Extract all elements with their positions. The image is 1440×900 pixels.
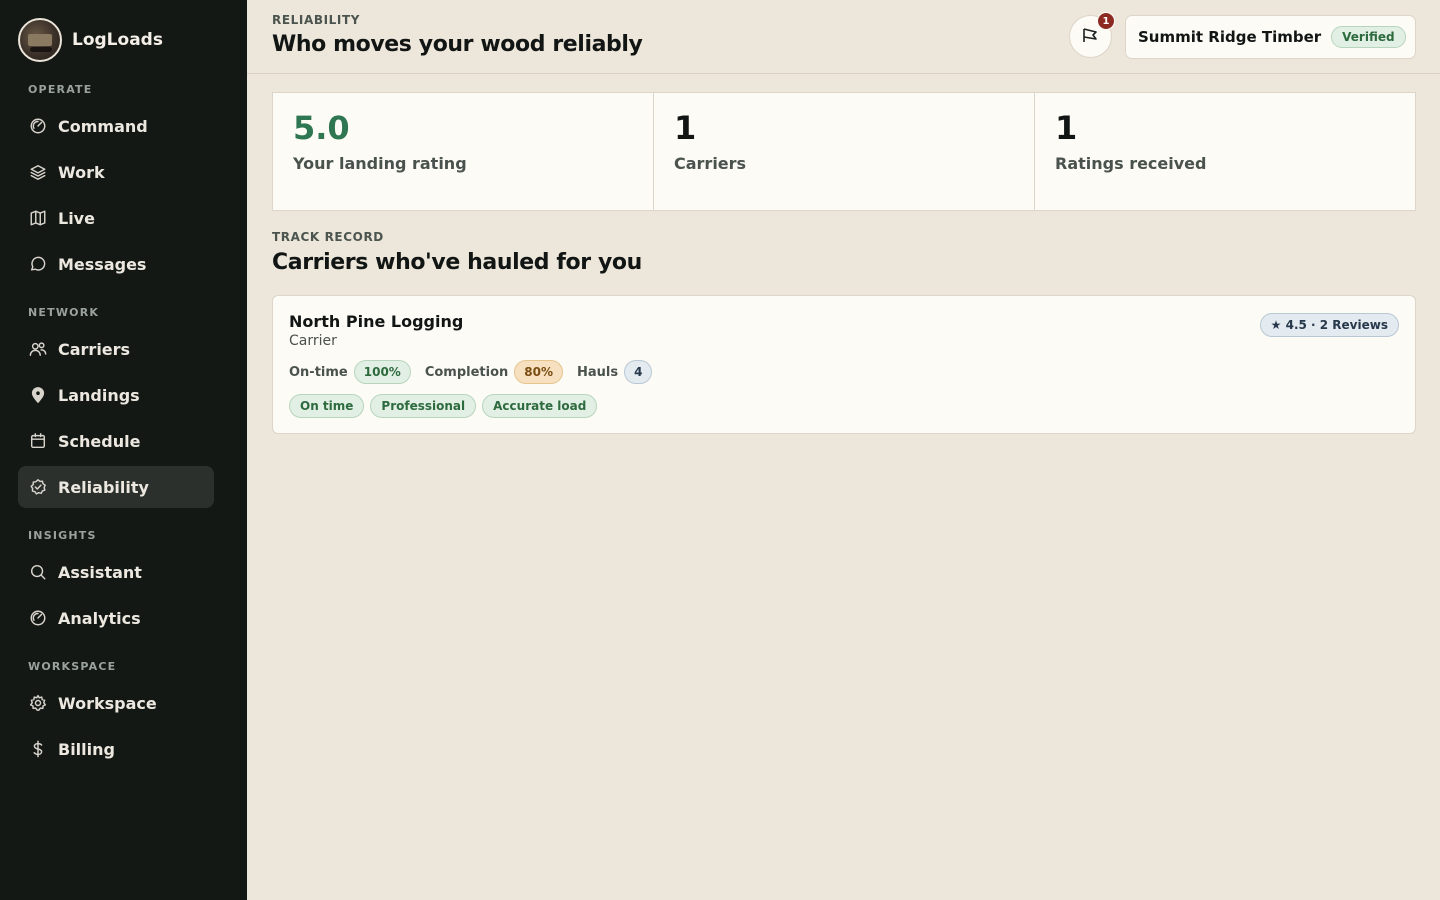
- location-pin-icon: [28, 385, 48, 405]
- verified-badge: Verified: [1331, 26, 1406, 48]
- brand-name: LogLoads: [72, 30, 163, 50]
- nav-item-label: Analytics: [58, 608, 141, 628]
- nav-item-label: Workspace: [58, 693, 157, 713]
- tag-professional: Professional: [370, 394, 477, 418]
- stats-panel: 5.0 Your landing rating 1 Carriers 1 Rat…: [272, 92, 1416, 211]
- hauls-label: Hauls: [577, 364, 619, 380]
- stat-landing-rating: 5.0 Your landing rating: [273, 93, 654, 210]
- nav-item-label: Carriers: [58, 339, 131, 359]
- stat-value: 1: [1055, 109, 1078, 147]
- users-icon: [28, 339, 48, 359]
- calendar-icon: [28, 431, 48, 451]
- dollar-icon: [28, 739, 48, 759]
- dashboard-icon: [28, 608, 48, 628]
- page-title: Who moves your wood reliably: [272, 32, 643, 57]
- carrier-metrics: On-time 100% Completion 80% Hauls 4: [289, 360, 666, 384]
- brand-logo: [18, 18, 62, 62]
- nav-item-landings[interactable]: Landings: [18, 374, 214, 416]
- nav-item-reliability[interactable]: Reliability: [18, 466, 214, 508]
- nav-item-billing[interactable]: Billing: [18, 728, 214, 770]
- org-switcher[interactable]: Summit Ridge Timber Verified: [1125, 15, 1416, 59]
- reviews-badge[interactable]: ★ 4.5 · 2 Reviews: [1259, 313, 1399, 337]
- dashboard-icon: [28, 116, 48, 136]
- nav-item-schedule[interactable]: Schedule: [18, 420, 214, 462]
- nav-item-analytics[interactable]: Analytics: [18, 597, 214, 639]
- carrier-name[interactable]: North Pine Logging: [289, 312, 463, 331]
- nav-section-network: NETWORK: [28, 306, 100, 319]
- completion-value: 80%: [514, 360, 564, 384]
- nav-item-label: Reliability: [58, 477, 149, 497]
- search-icon: [28, 562, 48, 582]
- nav-item-label: Landings: [58, 385, 140, 405]
- nav-item-label: Messages: [58, 254, 147, 274]
- nav-item-label: Assistant: [58, 562, 142, 582]
- completion-label: Completion: [424, 364, 509, 380]
- nav-item-label: Schedule: [58, 431, 141, 451]
- nav-item-label: Billing: [58, 739, 115, 759]
- tag-on-time: On time: [289, 394, 365, 418]
- nav-section-operate: OPERATE: [28, 83, 93, 96]
- map-icon: [28, 208, 48, 228]
- shield-check-icon: [28, 477, 48, 497]
- layers-icon: [28, 162, 48, 182]
- nav-item-command[interactable]: Command: [18, 105, 214, 147]
- page-header: RELIABILITY Who moves your wood reliably…: [247, 0, 1440, 74]
- on-time-value: 100%: [353, 360, 411, 384]
- stat-label: Ratings received: [1055, 154, 1207, 173]
- nav-item-label: Live: [58, 208, 95, 228]
- stat-label: Your landing rating: [293, 154, 467, 173]
- nav-item-assistant[interactable]: Assistant: [18, 551, 214, 593]
- carrier-card[interactable]: North Pine Logging Carrier ★ 4.5 · 2 Rev…: [272, 295, 1416, 434]
- stat-value: 5.0: [293, 109, 350, 147]
- page-eyebrow: RELIABILITY: [272, 13, 361, 27]
- tag-accurate-load: Accurate load: [482, 394, 598, 418]
- stat-ratings-received: 1 Ratings received: [1035, 93, 1415, 210]
- megaphone-icon: [1081, 25, 1101, 49]
- nav-item-label: Command: [58, 116, 148, 136]
- nav-item-messages[interactable]: Messages: [18, 243, 214, 285]
- stat-value: 1: [674, 109, 697, 147]
- carrier-tags: On time Professional Accurate load: [289, 394, 603, 418]
- nav-section-workspace: WORKSPACE: [28, 660, 117, 673]
- stat-carriers: 1 Carriers: [654, 93, 1035, 210]
- nav-item-live[interactable]: Live: [18, 197, 214, 239]
- nav-item-workspace[interactable]: Workspace: [18, 682, 214, 724]
- stat-label: Carriers: [674, 154, 747, 173]
- sidebar: LogLoads OPERATE Command Work Live Messa…: [0, 0, 247, 900]
- chat-icon: [28, 254, 48, 274]
- section-title: Carriers who've hauled for you: [272, 250, 642, 275]
- hauls-value: 4: [624, 360, 653, 384]
- notification-count-badge: 1: [1097, 12, 1115, 30]
- carrier-role: Carrier: [289, 333, 337, 349]
- brand[interactable]: LogLoads: [18, 18, 163, 62]
- nav-item-carriers[interactable]: Carriers: [18, 328, 214, 370]
- section-eyebrow: TRACK RECORD: [272, 230, 384, 244]
- nav-item-label: Work: [58, 162, 105, 182]
- org-name: Summit Ridge Timber: [1138, 28, 1322, 46]
- on-time-label: On-time: [289, 364, 348, 380]
- gear-icon: [28, 693, 48, 713]
- nav-section-insights: INSIGHTS: [28, 529, 97, 542]
- nav-item-work[interactable]: Work: [18, 151, 214, 193]
